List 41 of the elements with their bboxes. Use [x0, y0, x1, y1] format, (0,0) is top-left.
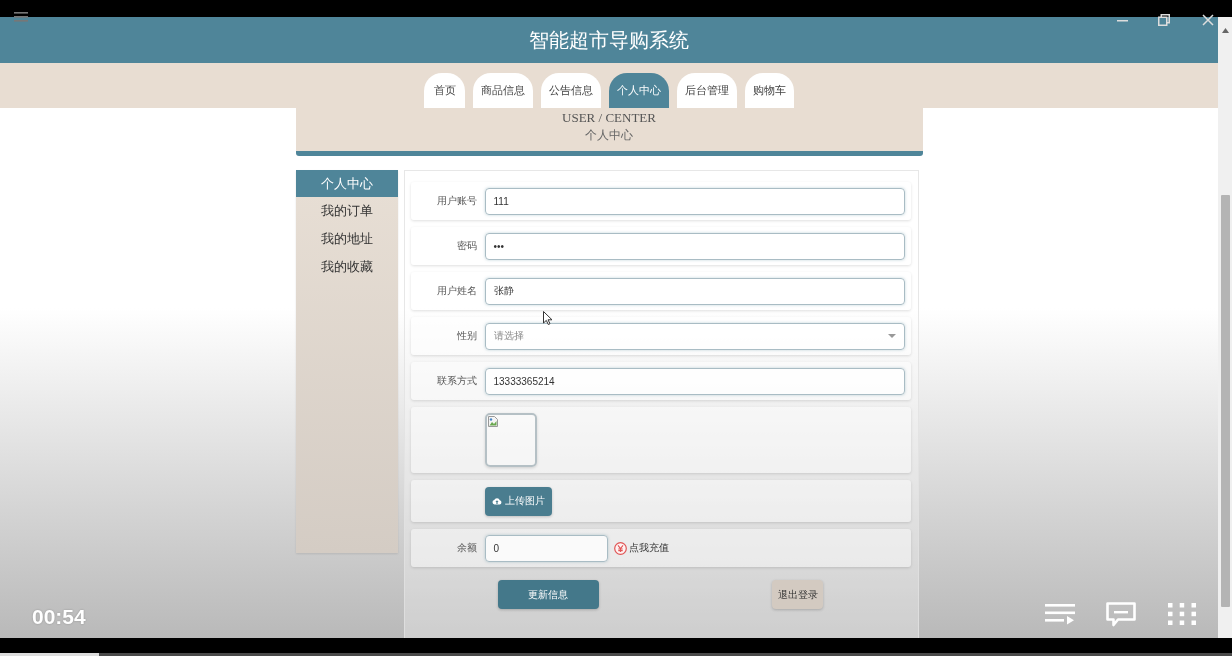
- scrollbar-thumb[interactable]: [1220, 195, 1230, 607]
- video-timestamp: 00:54: [32, 605, 86, 629]
- heading-title: 个人中心: [585, 127, 633, 143]
- upload-image-button[interactable]: 上传图片: [484, 486, 552, 516]
- nav-tab[interactable]: 公告信息: [541, 73, 601, 108]
- input-field[interactable]: 13333365214: [484, 367, 905, 395]
- broken-image-icon: [487, 416, 498, 427]
- menu-icon[interactable]: [14, 12, 28, 22]
- sidebar-item[interactable]: 我的收藏: [295, 253, 398, 281]
- field-label: 余额: [455, 541, 478, 555]
- field-label: 用户姓名: [435, 284, 478, 298]
- nav-tab[interactable]: 首页: [424, 73, 465, 108]
- cloud-upload-icon: [491, 497, 502, 505]
- caret-icon: [887, 334, 896, 338]
- site-title: 智能超市导购系统: [529, 28, 689, 52]
- mouse-cursor-icon: [543, 311, 553, 325]
- sidebar-item[interactable]: 个人中心: [295, 170, 398, 197]
- close-icon[interactable]: [1202, 14, 1214, 26]
- nav-tab[interactable]: 后台管理: [677, 73, 737, 108]
- field-label: 性别: [455, 329, 478, 343]
- input-field[interactable]: •••: [484, 232, 905, 260]
- video-progress-track[interactable]: [0, 653, 1232, 656]
- input-field[interactable]: 0: [484, 534, 608, 562]
- field-label: 联系方式: [435, 374, 478, 388]
- input-field[interactable]: 张静: [484, 277, 905, 305]
- update-info-button[interactable]: 更新信息: [497, 580, 599, 609]
- select-field[interactable]: 请选择: [484, 322, 905, 350]
- restore-window-icon[interactable]: [1158, 14, 1170, 26]
- scroll-up-arrow-icon[interactable]: [1221, 28, 1229, 33]
- heading-subtitle: USER / CENTER: [562, 110, 656, 125]
- yen-coin-icon: [613, 541, 627, 555]
- nav-tab[interactable]: 购物车: [745, 73, 794, 108]
- field-label: 用户账号: [435, 194, 478, 208]
- recharge-link[interactable]: 点我充值: [628, 541, 669, 555]
- sidebar-item[interactable]: 我的地址: [295, 225, 398, 253]
- nav-tab[interactable]: 商品信息: [473, 73, 533, 108]
- nav-tab[interactable]: 个人中心: [609, 73, 669, 108]
- logout-button[interactable]: 退出登录: [771, 580, 823, 609]
- field-label: 密码: [455, 239, 478, 253]
- sidebar-item[interactable]: 我的订单: [295, 197, 398, 225]
- input-field[interactable]: 111: [484, 187, 905, 215]
